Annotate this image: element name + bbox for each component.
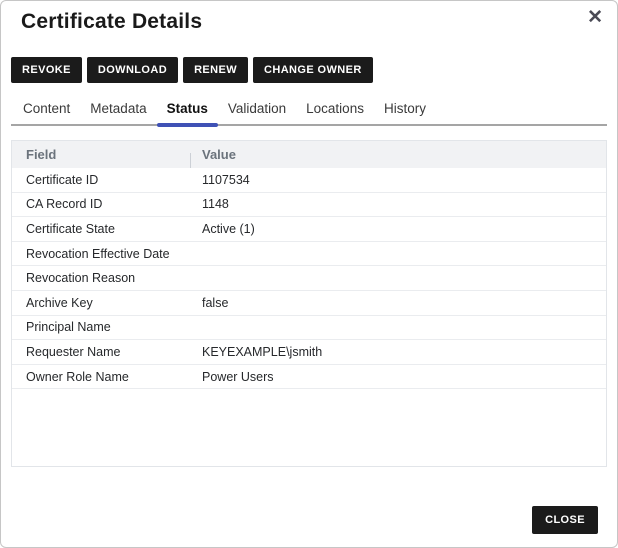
table-row: Certificate ID 1107534	[12, 168, 606, 193]
row-field-label: Archive Key	[12, 296, 190, 310]
dialog-title: Certificate Details	[21, 10, 597, 34]
tab-metadata[interactable]: Metadata	[80, 95, 156, 124]
row-value: Active (1)	[190, 222, 606, 236]
row-value: 1148	[190, 197, 606, 211]
tab-validation[interactable]: Validation	[218, 95, 296, 124]
row-value: Power Users	[190, 370, 606, 384]
table-header-row: Field Value	[12, 141, 606, 168]
row-field-label: Owner Role Name	[12, 370, 190, 384]
table-row: Owner Role Name Power Users	[12, 365, 606, 390]
tab-locations[interactable]: Locations	[296, 95, 374, 124]
row-value: false	[190, 296, 606, 310]
row-value: KEYEXAMPLE\jsmith	[190, 345, 606, 359]
tab-history[interactable]: History	[374, 95, 436, 124]
action-button-bar: REVOKE DOWNLOAD RENEW CHANGE OWNER	[11, 57, 607, 83]
table-row: Principal Name	[12, 316, 606, 341]
row-value: 1107534	[190, 173, 606, 187]
row-field-label: Certificate State	[12, 222, 190, 236]
download-button[interactable]: DOWNLOAD	[87, 57, 178, 83]
certificate-details-dialog: Certificate Details ✕ REVOKE DOWNLOAD RE…	[0, 0, 618, 548]
column-header-value: Value	[190, 147, 606, 162]
close-button[interactable]: CLOSE	[532, 506, 598, 534]
row-field-label: Revocation Reason	[12, 271, 190, 285]
dialog-header: Certificate Details	[1, 1, 617, 34]
tab-bar: Content Metadata Status Validation Locat…	[11, 95, 607, 126]
tab-status[interactable]: Status	[157, 95, 218, 124]
row-field-label: Principal Name	[12, 320, 190, 334]
close-icon[interactable]: ✕	[585, 6, 605, 29]
table-row: Requester Name KEYEXAMPLE\jsmith	[12, 340, 606, 365]
row-field-label: Certificate ID	[12, 173, 190, 187]
revoke-button[interactable]: REVOKE	[11, 57, 82, 83]
row-field-label: CA Record ID	[12, 197, 190, 211]
change-owner-button[interactable]: CHANGE OWNER	[253, 57, 373, 83]
table-row: Archive Key false	[12, 291, 606, 316]
row-field-label: Requester Name	[12, 345, 190, 359]
table-row: CA Record ID 1148	[12, 193, 606, 218]
renew-button[interactable]: RENEW	[183, 57, 248, 83]
column-header-field: Field	[12, 147, 190, 162]
table-row: Certificate State Active (1)	[12, 217, 606, 242]
table-row: Revocation Effective Date	[12, 242, 606, 267]
tab-content[interactable]: Content	[13, 95, 80, 124]
status-detail-table: Field Value Certificate ID 1107534 CA Re…	[11, 140, 607, 467]
row-field-label: Revocation Effective Date	[12, 247, 190, 261]
table-row: Revocation Reason	[12, 266, 606, 291]
